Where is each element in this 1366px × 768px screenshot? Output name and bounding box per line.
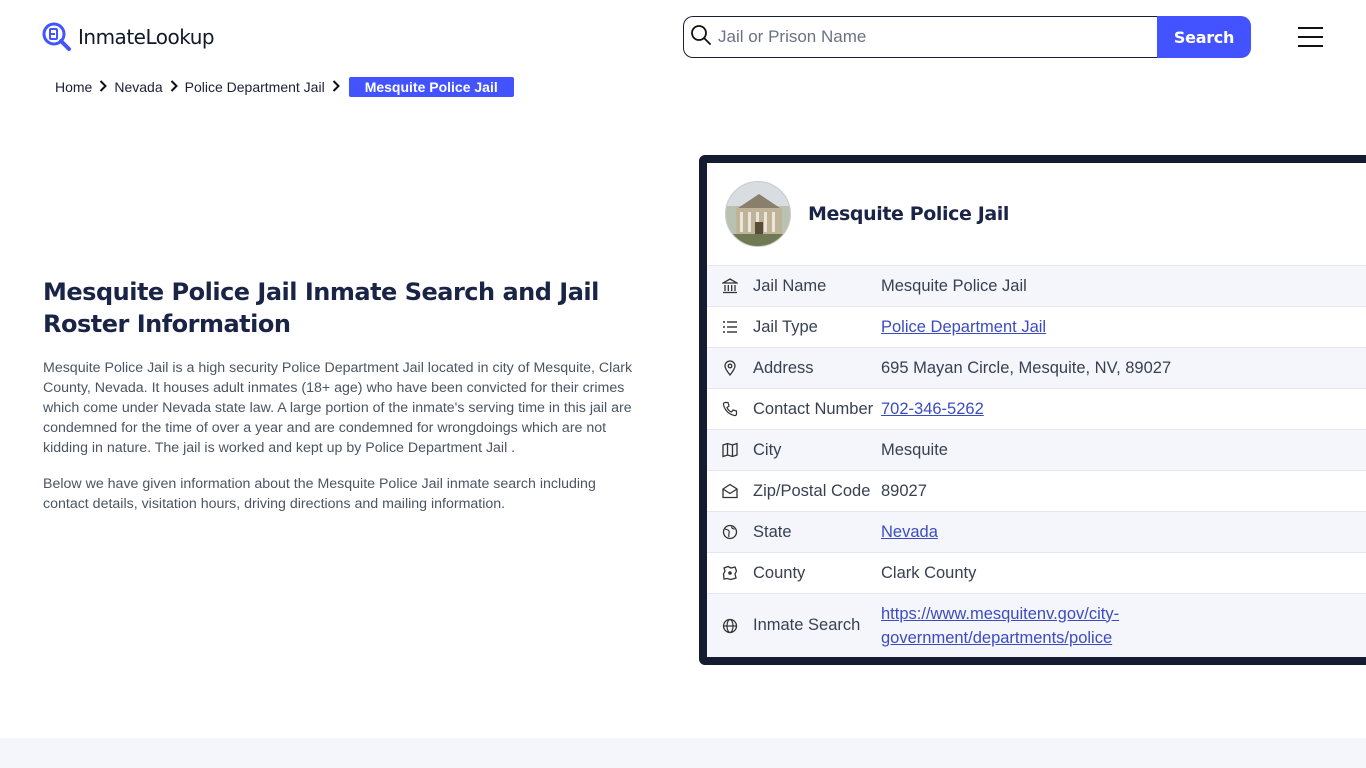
row-label: Zip/Postal Code (753, 481, 871, 500)
row-inmate-search: Inmate Search https://www.mesquitenv.gov… (707, 593, 1366, 657)
map-icon (707, 442, 753, 458)
search-input[interactable] (718, 27, 1138, 47)
row-state: State Nevada (707, 511, 1366, 552)
row-label: Jail Type (753, 317, 818, 336)
globe-icon (707, 618, 753, 634)
search-icon (690, 24, 712, 51)
logo[interactable]: InmateLookup (42, 22, 215, 52)
jail-type-link[interactable]: Police Department Jail (881, 318, 1046, 336)
row-label: Jail Name (753, 276, 827, 295)
row-county: County Clark County (707, 552, 1366, 593)
phone-link[interactable]: 702-346-5262 (881, 400, 984, 418)
page-title: Mesquite Police Jail Inmate Search and J… (43, 278, 599, 338)
row-value: 89027 (881, 482, 927, 500)
chevron-right-icon (163, 79, 185, 95)
card-title: Mesquite Police Jail (808, 203, 1010, 225)
state-link[interactable]: Nevada (881, 523, 938, 541)
breadcrumb-current: Mesquite Police Jail (348, 77, 514, 97)
row-value: Mesquite (881, 441, 948, 459)
search-bar: Search (683, 16, 1251, 58)
row-zip-code: Zip/Postal Code 89027 (707, 470, 1366, 511)
row-label: City (753, 440, 782, 459)
phone-icon (707, 401, 753, 417)
row-value: 695 Mayan Circle, Mesquite, NV, 89027 (881, 359, 1172, 377)
intro-paragraph-secondary: Below we have given information about th… (43, 476, 596, 512)
row-label: County (753, 563, 806, 582)
search-button[interactable]: Search (1157, 16, 1251, 58)
row-jail-type: Jail Type Police Department Jail (707, 306, 1366, 347)
hamburger-menu-icon[interactable] (1298, 27, 1324, 47)
jail-photo (725, 181, 791, 247)
globe-icon (707, 524, 753, 540)
county-icon (707, 565, 753, 581)
breadcrumb-home[interactable]: Home (55, 79, 92, 95)
search-box (683, 16, 1157, 58)
inmate-search-link[interactable]: https://www.mesquitenv.gov/city-governme… (881, 605, 1119, 647)
breadcrumb-police-department-jail[interactable]: Police Department Jail (185, 79, 325, 95)
map-pin-icon (707, 360, 753, 376)
chevron-right-icon (325, 79, 347, 95)
site-header: InmateLookup Search (0, 0, 1366, 74)
row-city: City Mesquite (707, 429, 1366, 470)
footer-band (0, 738, 1366, 768)
breadcrumb: Home Nevada Police Department Jail Mesqu… (55, 76, 514, 98)
building-icon (707, 278, 753, 294)
card-header: Mesquite Police Jail (707, 163, 1366, 265)
row-address: Address 695 Mayan Circle, Mesquite, NV, … (707, 347, 1366, 388)
jail-info-card: Mesquite Police Jail Jail Name Mesquite … (699, 155, 1366, 665)
row-value: Mesquite Police Jail (881, 277, 1027, 295)
row-value: Clark County (881, 564, 977, 582)
logo-text: InmateLookup (78, 25, 215, 49)
row-contact-number: Contact Number 702-346-5262 (707, 388, 1366, 429)
row-label: Contact Number (753, 399, 874, 418)
row-jail-name: Jail Name Mesquite Police Jail (707, 265, 1366, 306)
logo-magnifier-icon (42, 22, 72, 52)
intro-section: Mesquite Police Jail Inmate Search and J… (43, 276, 643, 514)
mail-icon (707, 483, 753, 499)
row-label: State (753, 522, 792, 541)
jail-info-card-body: Mesquite Police Jail Jail Name Mesquite … (707, 163, 1366, 657)
intro-paragraph: Mesquite Police Jail is a high security … (43, 360, 633, 456)
list-icon (707, 319, 753, 335)
row-label: Address (753, 358, 814, 377)
breadcrumb-nevada[interactable]: Nevada (114, 79, 162, 95)
row-label: Inmate Search (753, 616, 861, 634)
chevron-right-icon (92, 79, 114, 95)
